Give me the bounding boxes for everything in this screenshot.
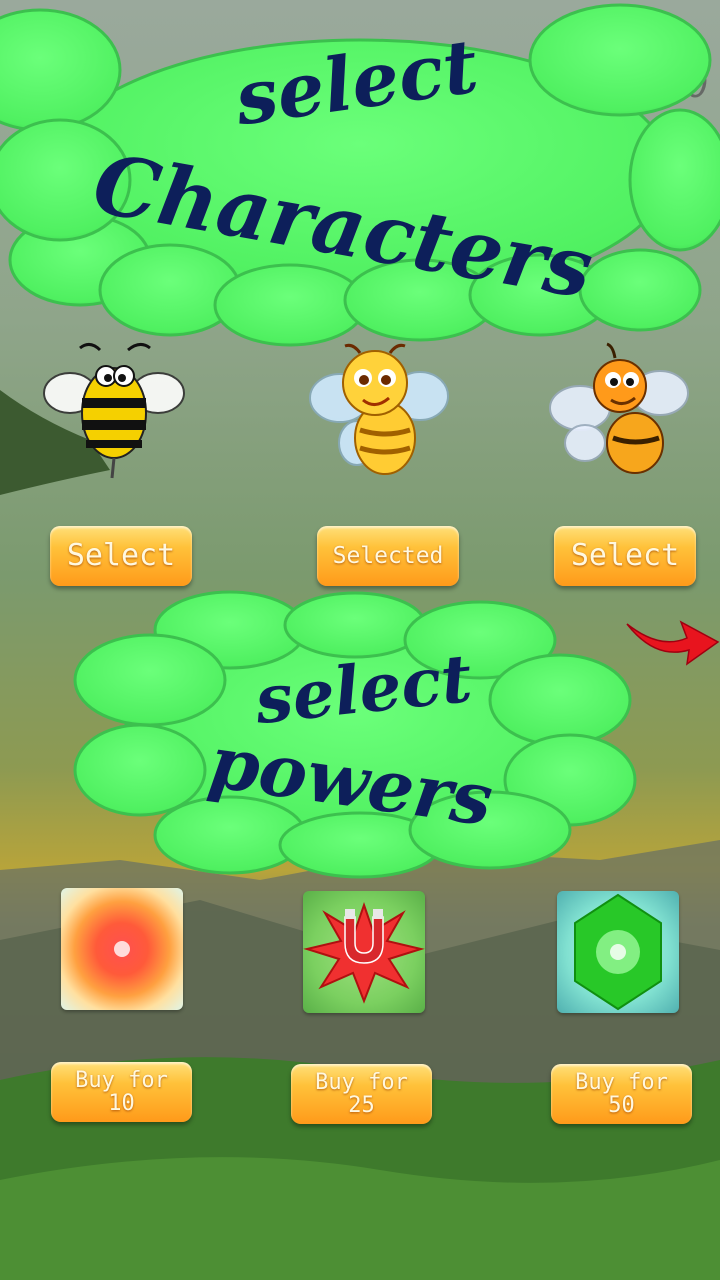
magnet-icon[interactable]: [303, 891, 425, 1013]
selected-button-2[interactable]: Selected: [317, 526, 459, 586]
fire-burst-icon[interactable]: [61, 888, 183, 1010]
green-gem-icon[interactable]: [557, 891, 679, 1013]
buy-button-2[interactable]: Buy for 25: [291, 1064, 432, 1124]
yellow-bee-icon[interactable]: [305, 338, 455, 488]
buy-button-1[interactable]: Buy for 10: [51, 1062, 192, 1122]
buy-price-2: 25: [348, 1093, 375, 1118]
orange-bee-icon[interactable]: [545, 338, 695, 488]
buy-price-3: 50: [608, 1093, 635, 1118]
buy-label-1: Buy for: [75, 1067, 168, 1093]
striped-bee-icon[interactable]: [40, 338, 190, 483]
select-button-3[interactable]: Select: [554, 526, 696, 586]
select-button-1[interactable]: Select: [50, 526, 192, 586]
buy-button-3[interactable]: Buy for 50: [551, 1064, 692, 1124]
powers-blob: [73, 590, 637, 879]
buy-price-1: 10: [108, 1091, 135, 1116]
buy-label-3: Buy for: [575, 1069, 668, 1095]
buy-label-2: Buy for: [315, 1069, 408, 1095]
